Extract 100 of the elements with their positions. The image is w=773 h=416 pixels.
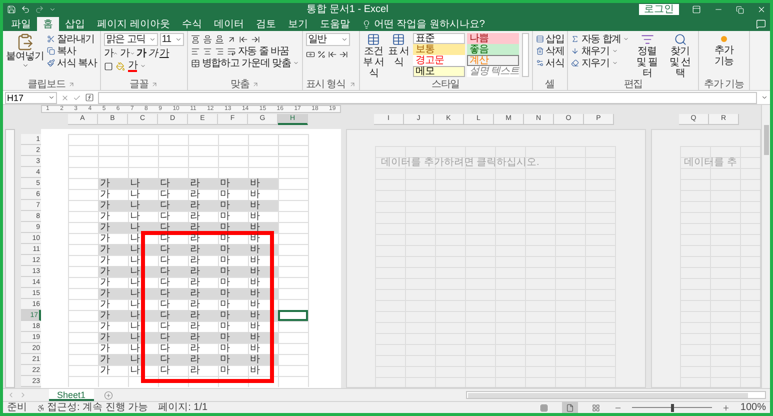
editing-item[interactable]: 채우기	[571, 45, 630, 57]
table-cell: 다	[158, 310, 188, 321]
search-field[interactable]: 어떤 작업을 원하시나요?	[374, 18, 504, 30]
table-cell: 마	[218, 178, 248, 189]
clipboard-item[interactable]: 복사	[47, 45, 97, 57]
merge-center-button[interactable]: 병합하고 가운데 맞춤	[190, 57, 299, 69]
table-cell-text: 바	[249, 299, 261, 310]
ribbon-tab[interactable]: 삽입	[59, 17, 91, 31]
percent-icon	[316, 50, 326, 58]
table-cell-text: 다	[159, 233, 171, 244]
formula-input[interactable]	[98, 92, 757, 104]
comment-icon	[756, 19, 766, 29]
name-box[interactable]: H17	[5, 92, 57, 104]
font-style-button[interactable]: 가	[120, 47, 135, 59]
caret-icon	[49, 6, 56, 13]
layout-grid-icon	[592, 404, 600, 412]
font-name-field[interactable]: 맑은 고딕	[104, 33, 158, 46]
table-cell-text: 나	[129, 365, 141, 376]
font-style-button[interactable]: 가	[136, 47, 146, 59]
grid-icon	[540, 404, 548, 412]
add-ins-button[interactable]: 추가 기능	[702, 33, 746, 67]
table-cell-text: 바	[249, 255, 261, 266]
table-cell: 마	[218, 354, 248, 365]
zoom-thumb[interactable]	[670, 404, 674, 412]
editing-item[interactable]: 자동 합계	[571, 33, 630, 45]
table-cell-text: 마	[219, 343, 231, 354]
vertical-scrollbar[interactable]	[761, 105, 770, 388]
banknote-icon	[306, 50, 315, 58]
lightbulb-icon	[362, 20, 371, 28]
add-sheet-icon	[104, 390, 113, 400]
sort-filter-button[interactable]: 정렬 및 필터	[632, 33, 662, 79]
table-cell: 가	[98, 266, 128, 277]
number-format-field[interactable]: 일반	[306, 33, 350, 46]
cell-style-item[interactable]: 좋음	[466, 44, 519, 55]
cells-button[interactable]: 삽입	[536, 33, 564, 45]
orientation-icon	[226, 34, 236, 44]
ribbon-tab[interactable]: 파일	[5, 17, 37, 31]
cell-style-item[interactable]: 보통	[412, 44, 465, 55]
align-right-icon	[214, 46, 224, 56]
sheet-tab[interactable]: Sheet1	[49, 389, 94, 401]
table-cell-text: 나	[129, 321, 141, 332]
cells-button[interactable]: 서식	[536, 57, 564, 69]
group-label: 스타일	[431, 79, 460, 90]
cell-style-item[interactable]: 표준	[412, 33, 465, 44]
accessibility-status[interactable]: 접근성: 계속 진행 가능	[47, 402, 148, 413]
caret-icon	[22, 62, 28, 69]
zoom-slider[interactable]	[632, 404, 712, 412]
table-cell-text: 가	[99, 233, 111, 244]
zoom-level[interactable]: 100%	[740, 402, 766, 413]
ribbon-tab[interactable]: 보기	[282, 17, 314, 31]
table-cell: 라	[188, 244, 218, 255]
font-style-button[interactable]: 가	[148, 47, 158, 59]
ribbon-tab[interactable]: 홈	[37, 17, 59, 31]
cell-style-item[interactable]: 메모	[412, 66, 465, 77]
conditional-format-button[interactable]: 조건부 서식	[362, 33, 385, 79]
dialog-launcher-icon	[68, 80, 76, 88]
table-cell: 마	[218, 200, 248, 211]
merge-cells-icon	[190, 58, 200, 68]
table-cell: 바	[248, 178, 278, 189]
decimal-decrease-icon	[338, 50, 348, 58]
view-button[interactable]	[562, 402, 578, 413]
table-cell-text: 다	[159, 343, 171, 354]
decimal-increase-icon	[328, 50, 337, 58]
clipboard-item[interactable]: 잘라내기	[47, 33, 97, 45]
cell-style-item[interactable]: 나쁨	[466, 33, 519, 44]
sigma-icon	[571, 35, 580, 43]
table-cell-text: 가	[99, 343, 111, 354]
font-style-button[interactable]: 가	[159, 47, 169, 59]
cells-button[interactable]: 삭제	[536, 45, 564, 57]
ribbon-tab[interactable]: 페이지 레이아웃	[91, 17, 176, 31]
insert-rows-icon	[536, 35, 544, 43]
clipboard-item[interactable]: 서식 복사	[47, 57, 97, 69]
align-middle-icon	[202, 34, 212, 44]
ribbon-tab[interactable]: 수식	[176, 17, 208, 31]
font-style-button[interactable]: 가	[104, 47, 118, 59]
horizontal-scrollbar[interactable]	[466, 391, 766, 399]
table-cell: 라	[188, 178, 218, 189]
table-cell-text: 나	[129, 189, 141, 200]
cell-style-item[interactable]: 경고문	[412, 55, 465, 66]
selected-cell[interactable]	[278, 310, 308, 321]
cell-style-item[interactable]: 설명 텍스트	[466, 66, 519, 77]
gallery-scroll-bar[interactable]	[522, 33, 529, 77]
sign-in-button[interactable]: 로그인	[639, 4, 679, 15]
ribbon-tab[interactable]: 도움말	[314, 17, 356, 31]
status-mode: 준비	[7, 402, 27, 413]
font-size-field[interactable]: 11	[160, 33, 184, 46]
editing-item[interactable]: 지우기	[571, 57, 630, 69]
font-color-button[interactable]: 가	[128, 60, 138, 72]
format-table-button[interactable]: 표 서식	[388, 33, 410, 68]
find-select-button[interactable]: 찾기 및 선택	[665, 33, 696, 79]
scroll-right-icon	[19, 391, 27, 399]
table-cell-text: 마	[219, 277, 231, 288]
dialog-launcher-icon	[252, 80, 260, 88]
wrap-text-button[interactable]: 자동 줄 바꿈	[226, 45, 290, 57]
table-cell-text: 라	[189, 233, 201, 244]
ribbon-tab[interactable]: 검토	[250, 17, 282, 31]
table-cell-text: 다	[159, 255, 171, 266]
table-cell-text: 바	[249, 365, 261, 376]
ribbon-tab[interactable]: 데이터	[208, 17, 250, 31]
paste-button[interactable]: 붙여넣기	[6, 33, 44, 69]
